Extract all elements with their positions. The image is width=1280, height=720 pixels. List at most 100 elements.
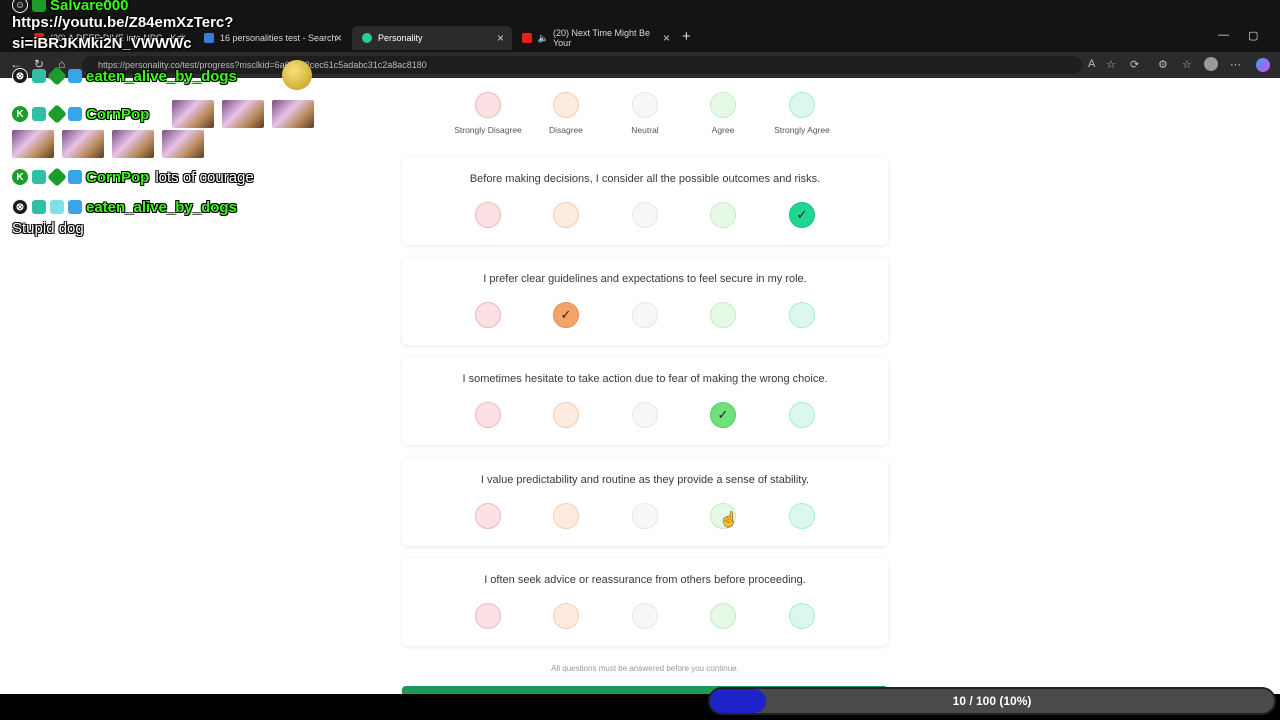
chat-emote bbox=[172, 100, 214, 128]
tab-label: 16 personalities test - Search bbox=[220, 33, 337, 43]
maximize-icon[interactable]: ▢ bbox=[1248, 29, 1258, 42]
sub-badge-icon bbox=[32, 69, 46, 83]
chat-emote bbox=[112, 130, 154, 158]
required-hint: All questions must be answered before yo… bbox=[551, 664, 739, 673]
chat-username: Salvare000 bbox=[50, 0, 129, 14]
question-text: I prefer clear guidelines and expectatio… bbox=[483, 273, 807, 285]
question-text: I often seek advice or reassurance from … bbox=[484, 574, 806, 586]
option-strongly-disagree[interactable] bbox=[475, 402, 501, 428]
option-strongly-disagree[interactable] bbox=[475, 302, 501, 328]
chat-line: K CornPop bbox=[12, 103, 149, 125]
legend-label: Strongly Disagree bbox=[454, 125, 522, 135]
profile-avatar[interactable] bbox=[1204, 57, 1218, 71]
chat-emote bbox=[12, 130, 54, 158]
legend-label: Strongly Agree bbox=[774, 125, 830, 135]
question-text: I sometimes hesitate to take action due … bbox=[462, 373, 828, 385]
chat-message: lots of courage bbox=[155, 168, 254, 186]
favorite-star-icon[interactable]: ☆ bbox=[1106, 58, 1116, 71]
diamond-badge-icon bbox=[47, 66, 67, 86]
speaker-icon[interactable]: 🔈 bbox=[538, 33, 549, 44]
green-badge-icon bbox=[32, 0, 46, 12]
option-strongly-agree[interactable] bbox=[789, 603, 815, 629]
option-disagree-selected[interactable]: ✓ bbox=[553, 302, 579, 328]
question-card: I value predictability and routine as th… bbox=[402, 458, 888, 546]
chat-emote bbox=[272, 100, 314, 128]
option-strongly-disagree[interactable] bbox=[475, 503, 501, 529]
k-badge-icon: K bbox=[12, 106, 28, 122]
legend-label: Neutral bbox=[631, 125, 659, 135]
check-icon: ✓ bbox=[717, 407, 729, 422]
option-disagree[interactable] bbox=[553, 402, 579, 428]
legend-label: Disagree bbox=[548, 125, 584, 135]
puzzle-icon[interactable]: ⚙ bbox=[1158, 58, 1168, 71]
option-neutral[interactable] bbox=[632, 402, 658, 428]
sub-badge-icon bbox=[32, 170, 46, 184]
option-strongly-agree[interactable] bbox=[789, 503, 815, 529]
read-aloud-icon[interactable]: A bbox=[1088, 58, 1095, 70]
youtube-favicon-icon bbox=[522, 33, 532, 43]
diamond-badge-icon bbox=[47, 104, 67, 124]
stream-link-line2: si=iBRJKMki2N_VWWWc bbox=[12, 35, 192, 52]
chat-emote bbox=[162, 130, 204, 158]
progress-text: 10 / 100 (10%) bbox=[952, 694, 1032, 708]
option-agree-selected[interactable]: ✓ bbox=[710, 402, 736, 428]
option-strongly-agree[interactable] bbox=[789, 402, 815, 428]
minimize-icon[interactable]: — bbox=[1218, 29, 1229, 41]
option-strongly-agree[interactable] bbox=[789, 302, 815, 328]
chat-emote bbox=[222, 100, 264, 128]
gift-badge-icon bbox=[50, 200, 64, 214]
favorites-icon[interactable]: ☆ bbox=[1182, 58, 1192, 71]
option-neutral[interactable] bbox=[632, 302, 658, 328]
smiley-emote bbox=[282, 60, 312, 90]
sub-badge-icon bbox=[32, 107, 46, 121]
check-icon: ✓ bbox=[796, 207, 808, 222]
option-agree[interactable] bbox=[710, 302, 736, 328]
x-badge-icon: ⊗ bbox=[12, 199, 28, 215]
extensions-icon[interactable]: ⟳ bbox=[1130, 58, 1139, 71]
option-disagree[interactable] bbox=[553, 202, 579, 228]
option-neutral[interactable] bbox=[632, 503, 658, 529]
legend-agree-circle bbox=[710, 92, 736, 118]
option-strongly-agree-selected[interactable]: ✓ bbox=[789, 202, 815, 228]
diamond-badge-icon bbox=[47, 167, 67, 187]
question-card: I prefer clear guidelines and expectatio… bbox=[402, 257, 888, 345]
question-text: I value predictability and routine as th… bbox=[480, 474, 810, 486]
question-card: I sometimes hesitate to take action due … bbox=[402, 357, 888, 445]
legend-strongly-agree-circle bbox=[789, 92, 815, 118]
check-icon: ✓ bbox=[560, 307, 572, 322]
tab-label: (20) Next Time Might Be Your bbox=[553, 28, 651, 48]
option-neutral[interactable] bbox=[632, 202, 658, 228]
question-text: Before making decisions, I consider all … bbox=[469, 173, 821, 185]
x-badge-icon: ⊗ bbox=[12, 68, 28, 84]
search-favicon-icon bbox=[204, 33, 214, 43]
option-disagree[interactable] bbox=[553, 603, 579, 629]
close-icon[interactable]: × bbox=[497, 31, 504, 45]
sword-badge-icon bbox=[68, 69, 82, 83]
legend-label: Agree bbox=[711, 125, 735, 135]
copilot-icon[interactable] bbox=[1256, 58, 1270, 72]
option-agree[interactable] bbox=[710, 603, 736, 629]
chat-message: Stupid dog bbox=[12, 220, 84, 237]
option-strongly-disagree[interactable] bbox=[475, 603, 501, 629]
option-agree[interactable] bbox=[710, 202, 736, 228]
avatar: ☺ bbox=[12, 0, 28, 13]
tab-personality[interactable]: Personality × bbox=[352, 26, 512, 50]
chat-line: K CornPop lots of courage bbox=[12, 166, 254, 188]
tab-label: Personality bbox=[378, 33, 423, 43]
chat-line: ⊗ eaten_alive_by_dogs bbox=[12, 65, 237, 87]
more-menu-icon[interactable]: ⋯ bbox=[1230, 58, 1241, 71]
close-icon[interactable]: × bbox=[335, 31, 342, 45]
chat-username: CornPop bbox=[86, 105, 150, 123]
tab-youtube-2[interactable]: 🔈 (20) Next Time Might Be Your × bbox=[512, 26, 678, 50]
legend-disagree-circle bbox=[553, 92, 579, 118]
close-icon[interactable]: × bbox=[663, 31, 670, 45]
mouse-cursor-icon: ☝ bbox=[720, 511, 738, 527]
option-neutral[interactable] bbox=[632, 603, 658, 629]
option-strongly-disagree[interactable] bbox=[475, 202, 501, 228]
question-card: Before making decisions, I consider all … bbox=[402, 157, 888, 245]
chat-username: eaten_alive_by_dogs bbox=[86, 198, 237, 216]
new-tab-button[interactable]: + bbox=[682, 28, 691, 45]
sword-badge-icon bbox=[68, 170, 82, 184]
sword-badge-icon bbox=[68, 200, 82, 214]
option-disagree[interactable] bbox=[553, 503, 579, 529]
